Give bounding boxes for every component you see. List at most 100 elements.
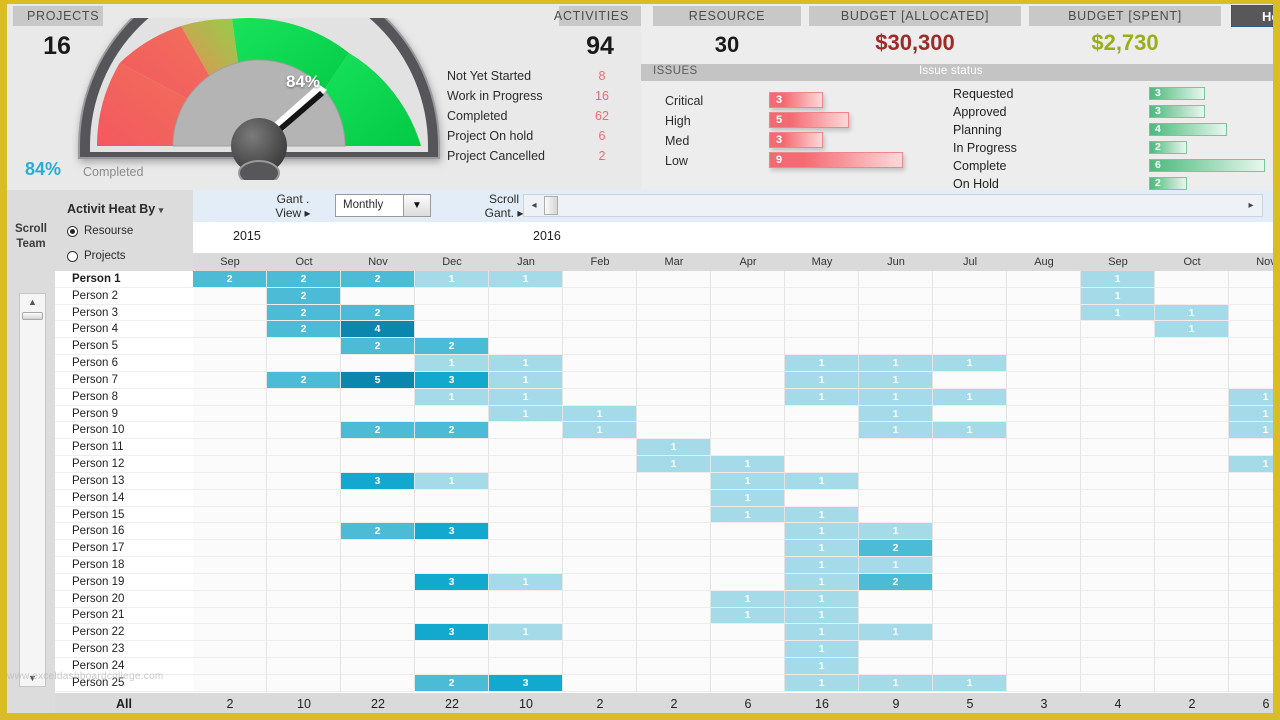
heatmap-cell[interactable] bbox=[193, 540, 267, 557]
heatmap-cell[interactable] bbox=[933, 473, 1007, 490]
heatmap-cell[interactable] bbox=[563, 490, 637, 507]
heatmap-cell[interactable] bbox=[1007, 355, 1081, 372]
heatmap-cell[interactable]: 1 bbox=[785, 372, 859, 389]
heatmap-cell[interactable]: 1 bbox=[711, 507, 785, 524]
heatmap-cell[interactable] bbox=[1229, 305, 1280, 322]
heatmap-cell[interactable] bbox=[1229, 507, 1280, 524]
heatmap-cell[interactable] bbox=[859, 608, 933, 625]
heatmap-cell[interactable] bbox=[489, 321, 563, 338]
heatmap-cell[interactable] bbox=[1007, 540, 1081, 557]
heatmap-cell[interactable]: 1 bbox=[489, 624, 563, 641]
heatmap-cell[interactable]: 3 bbox=[415, 523, 489, 540]
heatmap-cell[interactable]: 1 bbox=[1229, 456, 1280, 473]
team-vertical-scrollbar[interactable]: ▲ ▼ bbox=[19, 293, 46, 687]
heatmap-cell[interactable] bbox=[1081, 406, 1155, 423]
heatmap-cell[interactable] bbox=[1081, 641, 1155, 658]
heatmap-cell[interactable] bbox=[563, 540, 637, 557]
heatmap-cell[interactable] bbox=[193, 372, 267, 389]
heatmap-cell[interactable] bbox=[415, 305, 489, 322]
heatmap-cell[interactable] bbox=[341, 624, 415, 641]
heatmap-cell[interactable] bbox=[1229, 608, 1280, 625]
heatmap-cell[interactable] bbox=[1229, 624, 1280, 641]
heatmap-cell[interactable]: 3 bbox=[415, 624, 489, 641]
heatmap-cell[interactable] bbox=[489, 523, 563, 540]
heatmap-cell[interactable] bbox=[1081, 574, 1155, 591]
heatmap-cell[interactable] bbox=[1229, 557, 1280, 574]
resource-name-cell[interactable]: Person 18 bbox=[55, 557, 193, 574]
heatmap-cell[interactable]: 1 bbox=[859, 523, 933, 540]
heatmap-cell[interactable]: 1 bbox=[933, 355, 1007, 372]
heatmap-cell[interactable]: 1 bbox=[415, 271, 489, 288]
heatmap-cell[interactable] bbox=[933, 490, 1007, 507]
heatmap-cell[interactable]: 2 bbox=[415, 675, 489, 692]
heatmap-cell[interactable] bbox=[1155, 288, 1229, 305]
heatmap-cell[interactable] bbox=[415, 321, 489, 338]
heatmap-cell[interactable] bbox=[1155, 490, 1229, 507]
tab-budget-allocated[interactable]: BUDGET [ALLOCATED] bbox=[809, 6, 1021, 26]
heatmap-cell[interactable] bbox=[1081, 456, 1155, 473]
heatmap-cell[interactable] bbox=[193, 658, 267, 675]
heatmap-cell[interactable]: 2 bbox=[267, 288, 341, 305]
heatmap-cell[interactable] bbox=[711, 321, 785, 338]
heatmap-cell[interactable]: 2 bbox=[415, 422, 489, 439]
heatmap-cell[interactable] bbox=[193, 675, 267, 692]
heatmap-cell[interactable] bbox=[193, 523, 267, 540]
heatmap-cell[interactable]: 1 bbox=[859, 675, 933, 692]
heatmap-cell[interactable] bbox=[933, 557, 1007, 574]
heatmap-cell[interactable]: 2 bbox=[267, 372, 341, 389]
heatmap-cell[interactable] bbox=[267, 338, 341, 355]
heatmap-cell[interactable]: 1 bbox=[785, 624, 859, 641]
heatmap-cell[interactable] bbox=[1229, 540, 1280, 557]
heatmap-cell[interactable] bbox=[785, 406, 859, 423]
heatmap-cell[interactable] bbox=[341, 658, 415, 675]
heatmap-cell[interactable] bbox=[1155, 389, 1229, 406]
heatmap-cell[interactable] bbox=[1007, 608, 1081, 625]
hscrollbar-thumb[interactable] bbox=[544, 196, 558, 215]
heatmap-cell[interactable] bbox=[933, 439, 1007, 456]
heatmap-cell[interactable] bbox=[193, 624, 267, 641]
heatmap-cell[interactable] bbox=[933, 540, 1007, 557]
heatmap-cell[interactable]: 1 bbox=[563, 422, 637, 439]
heatmap-cell[interactable] bbox=[933, 338, 1007, 355]
resource-name-cell[interactable]: Person 19 bbox=[55, 574, 193, 591]
heatmap-cell[interactable] bbox=[1081, 439, 1155, 456]
heatmap-cell[interactable] bbox=[637, 305, 711, 322]
heatmap-cell[interactable] bbox=[1007, 456, 1081, 473]
heatmap-cell[interactable]: 1 bbox=[711, 473, 785, 490]
heatmap-cell[interactable] bbox=[1229, 271, 1280, 288]
heatmap-cell[interactable] bbox=[1081, 608, 1155, 625]
heatmap-cell[interactable] bbox=[1007, 675, 1081, 692]
heatmap-cell[interactable]: 3 bbox=[415, 372, 489, 389]
heatmap-cell[interactable] bbox=[1155, 540, 1229, 557]
heatmap-cell[interactable] bbox=[267, 608, 341, 625]
heatmap-cell[interactable] bbox=[341, 557, 415, 574]
heatmap-cell[interactable] bbox=[637, 658, 711, 675]
heatmap-cell[interactable] bbox=[267, 439, 341, 456]
heatmap-cell[interactable] bbox=[1081, 507, 1155, 524]
heatmap-cell[interactable] bbox=[489, 557, 563, 574]
heatmap-cell[interactable] bbox=[1081, 355, 1155, 372]
heatmap-cell[interactable]: 1 bbox=[489, 574, 563, 591]
heatmap-cell[interactable]: 1 bbox=[859, 624, 933, 641]
resource-name-cell[interactable]: Person 5 bbox=[55, 338, 193, 355]
heatmap-cell[interactable] bbox=[637, 507, 711, 524]
heatmap-cell[interactable] bbox=[1081, 523, 1155, 540]
heatmap-cell[interactable] bbox=[563, 355, 637, 372]
heatmap-cell[interactable] bbox=[341, 439, 415, 456]
heatmap-cell[interactable] bbox=[1155, 557, 1229, 574]
heatmap-cell[interactable] bbox=[1155, 271, 1229, 288]
resource-name-cell[interactable]: Person 25 bbox=[55, 675, 193, 692]
heatmap-cell[interactable] bbox=[711, 406, 785, 423]
heatmap-cell[interactable]: 2 bbox=[415, 338, 489, 355]
heatmap-cell[interactable] bbox=[415, 641, 489, 658]
heatmap-cell[interactable] bbox=[1155, 658, 1229, 675]
heatmap-cell[interactable] bbox=[1155, 355, 1229, 372]
chevron-down-icon[interactable]: ▼ bbox=[403, 195, 430, 216]
heatmap-cell[interactable] bbox=[1155, 675, 1229, 692]
heatmap-cell[interactable] bbox=[563, 557, 637, 574]
heatmap-cell[interactable]: 2 bbox=[267, 321, 341, 338]
heatmap-cell[interactable] bbox=[267, 574, 341, 591]
heatmap-cell[interactable]: 2 bbox=[341, 523, 415, 540]
heatmap-cell[interactable] bbox=[489, 439, 563, 456]
heatmap-cell[interactable]: 1 bbox=[563, 406, 637, 423]
